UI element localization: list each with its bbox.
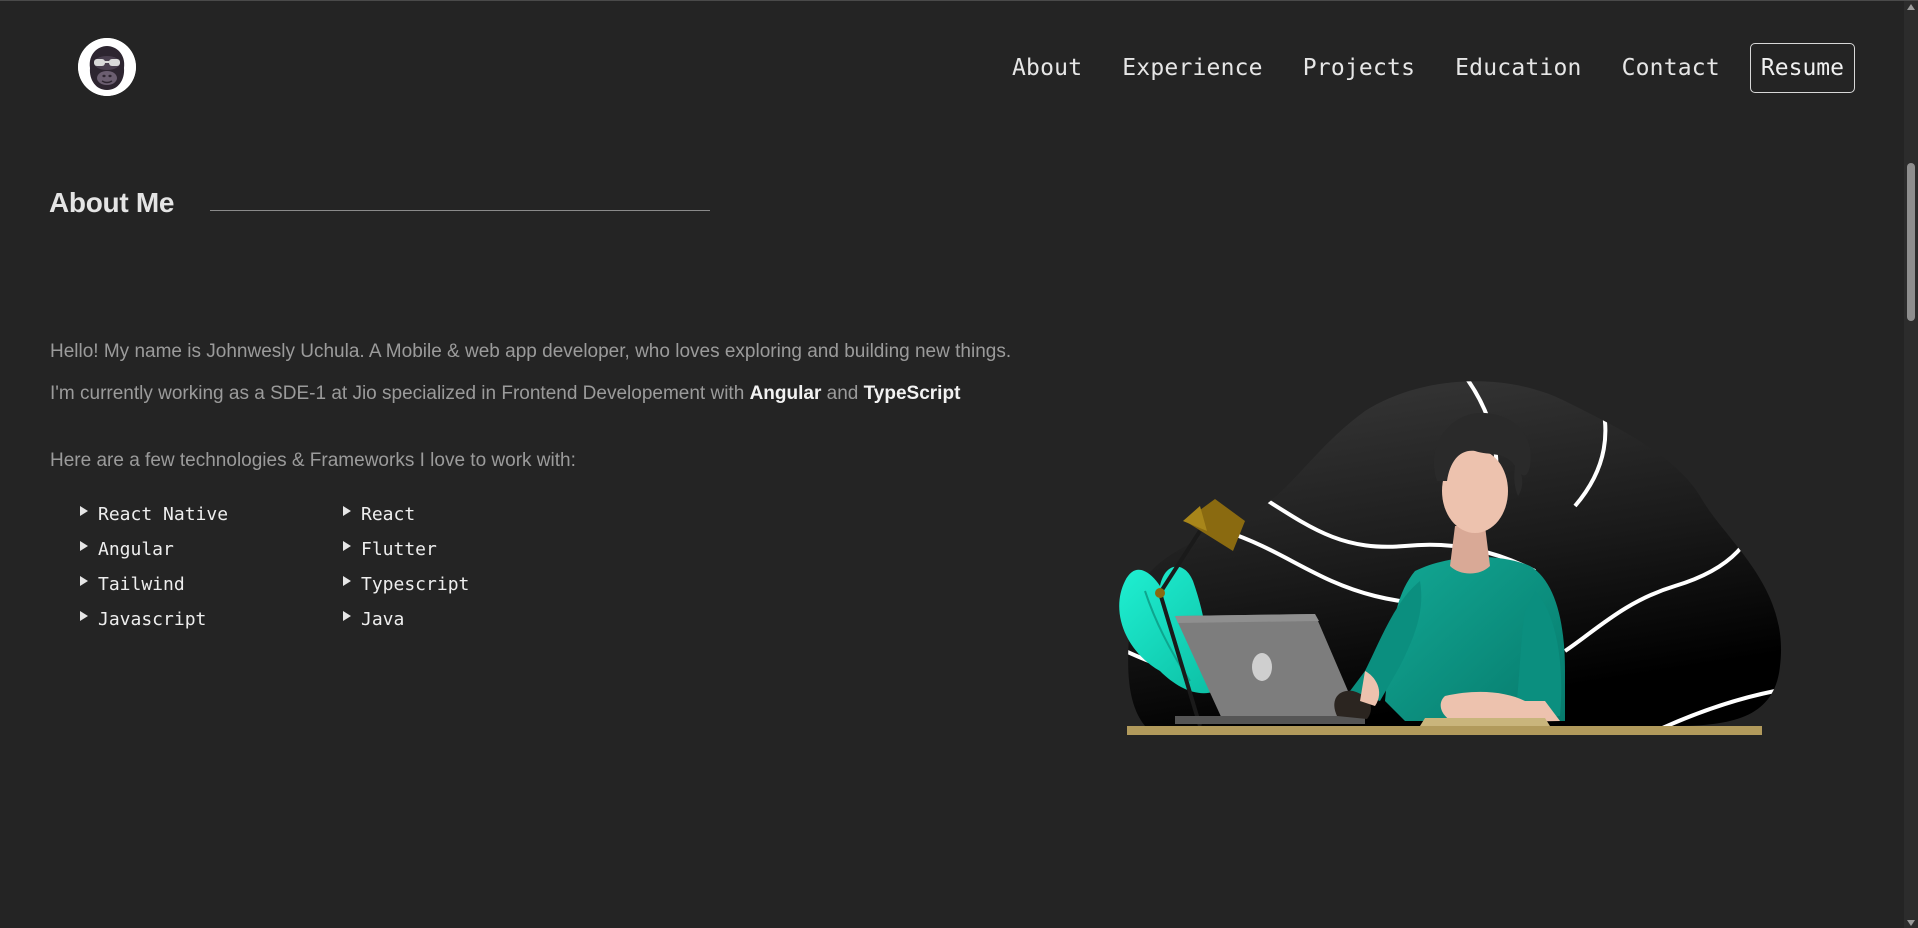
intro-text: Hello! My name is Johnwesly Uchula. A Mo…: [50, 341, 1012, 362]
list-item: React Native: [80, 503, 343, 526]
main-nav: About Experience Projects Education Cont…: [1012, 42, 1855, 94]
triangle-bullet-icon: [343, 540, 351, 551]
nav-link-projects[interactable]: Projects: [1303, 55, 1415, 81]
gorilla-logo-icon[interactable]: [78, 38, 136, 96]
list-item: Tailwind: [80, 573, 343, 596]
list-item: Javascript: [80, 608, 343, 631]
tech-label: Angular: [98, 539, 174, 560]
nav-link-education[interactable]: Education: [1455, 55, 1581, 81]
triangle-bullet-icon: [343, 575, 351, 586]
triangle-bullet-icon: [343, 505, 351, 516]
work-text-and: and: [821, 383, 864, 404]
tech-label: Java: [361, 609, 405, 630]
triangle-bullet-icon: [80, 540, 88, 551]
list-item: Angular: [80, 538, 343, 561]
list-item: Flutter: [343, 538, 523, 561]
tech-intro-text: Here are a few technologies & Frameworks…: [50, 450, 576, 471]
page: About Experience Projects Education Cont…: [0, 0, 1918, 928]
scroll-thumb[interactable]: [1907, 163, 1915, 321]
list-item: React: [343, 503, 523, 526]
vertical-scrollbar[interactable]: [1904, 1, 1918, 928]
list-item: Java: [343, 608, 523, 631]
triangle-bullet-icon: [80, 575, 88, 586]
nav-link-about[interactable]: About: [1012, 55, 1082, 81]
triangle-bullet-icon: [343, 610, 351, 621]
work-text-prefix: I'm currently working as a SDE-1 at Jio …: [50, 383, 750, 404]
tech-label: React Native: [98, 504, 229, 525]
title-divider: [210, 210, 710, 211]
tech-highlight-angular: Angular: [749, 383, 822, 404]
triangle-bullet-icon: [80, 610, 88, 621]
nav-link-contact[interactable]: Contact: [1622, 55, 1720, 81]
tech-label: Tailwind: [98, 574, 185, 595]
technologies-list: React Native React Angular Flutter Tailw…: [80, 503, 500, 631]
tech-label: Typescript: [361, 574, 470, 595]
tech-label: Javascript: [98, 609, 207, 630]
nav-link-experience[interactable]: Experience: [1122, 55, 1262, 81]
tech-highlight-typescript: TypeScript: [863, 383, 961, 404]
tech-label: React: [361, 504, 416, 525]
triangle-bullet-icon: [80, 505, 88, 516]
scroll-up-arrow-icon[interactable]: [1907, 4, 1915, 10]
scroll-down-arrow-icon[interactable]: [1907, 920, 1915, 926]
list-item: Typescript: [343, 573, 523, 596]
work-text: I'm currently working as a SDE-1 at Jio …: [50, 383, 960, 405]
developer-at-desk-illustration: [1075, 371, 1795, 741]
section-title-about: About Me: [49, 187, 175, 218]
resume-button[interactable]: Resume: [1749, 43, 1855, 93]
tech-label: Flutter: [361, 539, 437, 560]
